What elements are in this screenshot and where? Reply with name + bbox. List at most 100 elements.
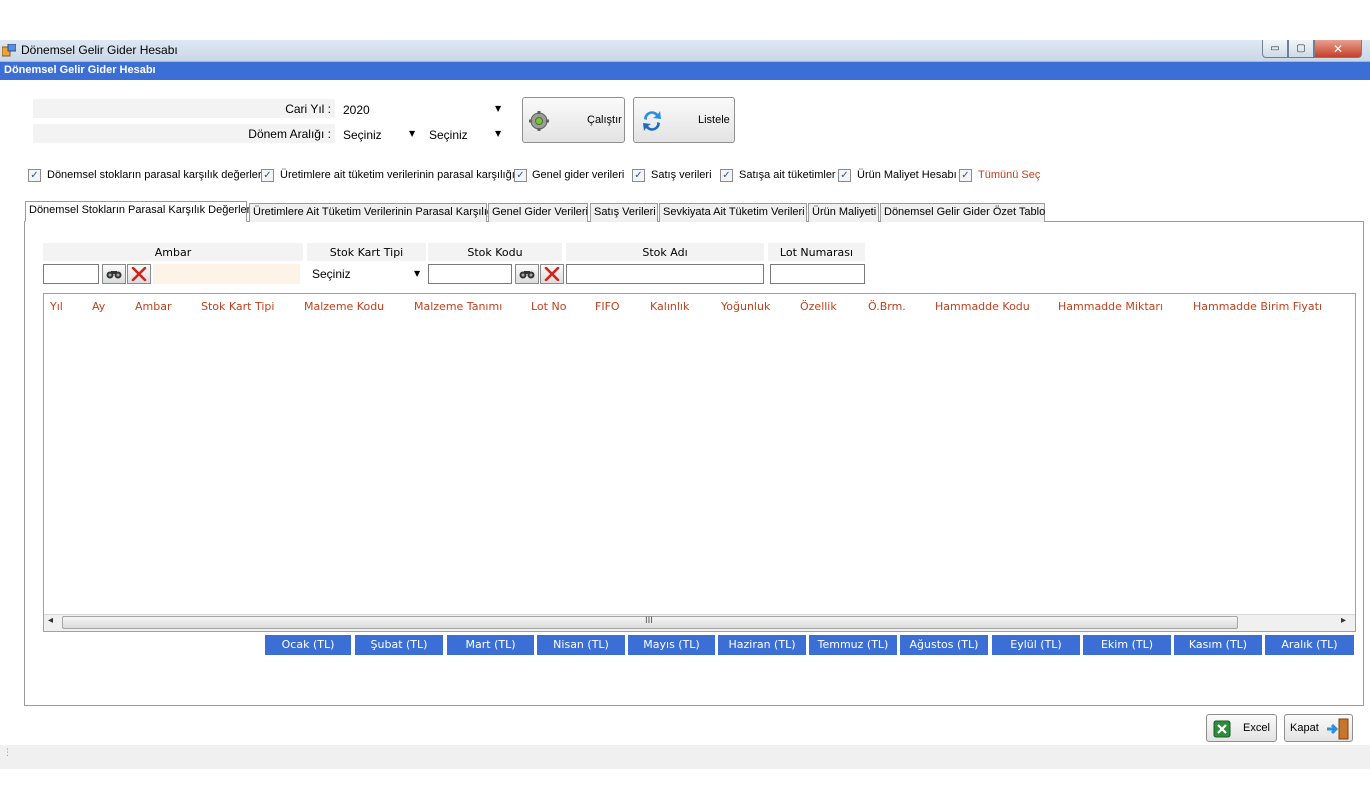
stok-kodu-header: Stok Kodu	[428, 243, 562, 261]
form-header-title: Dönemsel Gelir Gider Hesabı	[4, 64, 156, 76]
window-title: Dönemsel Gelir Gider Hesabı	[21, 43, 178, 57]
excel-button[interactable]: Excel	[1206, 714, 1277, 742]
stok-adi-input[interactable]	[566, 264, 764, 284]
lot-numarasi-header: Lot Numarası	[768, 243, 865, 261]
tab-urun-maliyeti[interactable]: Ürün Maliyeti	[808, 203, 879, 222]
column-header-lot-no[interactable]: Lot No	[531, 300, 566, 313]
column-header-hammadde-miktari[interactable]: Hammadde Miktarı	[1058, 300, 1163, 313]
column-header-o-brm[interactable]: Ö.Brm.	[868, 300, 906, 313]
status-bar	[0, 745, 1370, 769]
column-header-malzeme-kodu[interactable]: Malzeme Kodu	[304, 300, 384, 313]
donem-start-select[interactable]: Seçiniz ▼	[340, 125, 420, 144]
checkbox-stoklar-box[interactable]: ✓	[28, 169, 41, 182]
stok-kart-tipi-header: Stok Kart Tipi	[307, 243, 426, 261]
checkbox-uretim-box[interactable]: ✓	[261, 169, 274, 182]
column-header-malzeme-tanimi[interactable]: Malzeme Tanımı	[414, 300, 502, 313]
kapat-label: Kapat	[1290, 722, 1319, 734]
tab-genel-gider[interactable]: Genel Gider Verileri	[488, 203, 588, 222]
chevron-down-icon[interactable]: ▼	[409, 129, 415, 138]
tab-ozet-tablo[interactable]: Dönemsel Gelir Gider Özet Tablo	[880, 203, 1045, 222]
app-icon	[2, 44, 16, 57]
stok-kodu-search-button[interactable]	[515, 264, 539, 284]
checkbox-stoklar-label: Dönemsel stokların parasal karşılık değe…	[47, 169, 265, 181]
listele-button[interactable]: Listele	[633, 97, 735, 143]
cari-yil-value: 2020	[343, 103, 370, 117]
tab-label: Sevkiyata Ait Tüketim Verileri	[663, 206, 805, 218]
gear-icon	[529, 111, 549, 131]
minimize-icon: ▭	[1270, 43, 1280, 54]
binoculars-icon	[519, 271, 535, 279]
column-header-ay[interactable]: Ay	[92, 300, 105, 313]
app-window: Dönemsel Gelir Gider Hesabı ▭ ▢ ✕ Dönems…	[0, 0, 1370, 812]
chevron-down-icon[interactable]: ▼	[414, 269, 420, 278]
calistir-button[interactable]: Çalıştır	[522, 97, 625, 143]
ambar-clear-button[interactable]	[127, 264, 151, 284]
month-header-subat: Şubat (TL)	[355, 635, 443, 655]
kapat-button[interactable]: Kapat	[1284, 714, 1353, 742]
chevron-down-icon[interactable]: ▼	[495, 129, 501, 138]
tab-label: Genel Gider Verileri	[492, 206, 588, 218]
checkbox-satis-box[interactable]: ✓	[632, 169, 645, 182]
checkbox-tumunu-sec-label: Tümünü Seç	[978, 169, 1041, 181]
tab-label: Dönemsel Gelir Gider Özet Tablo	[884, 206, 1046, 218]
donem-araligi-label-bar: Dönem Aralığı :	[33, 124, 335, 143]
month-header-temmuz: Temmuz (TL)	[809, 635, 897, 655]
stok-kodu-clear-button[interactable]	[540, 264, 564, 284]
column-header-yogunluk[interactable]: Yoğunluk	[721, 300, 770, 313]
window-titlebar[interactable]: Dönemsel Gelir Gider Hesabı ▭ ▢ ✕	[0, 40, 1370, 62]
checkbox-urun-maliyet-label: Ürün Maliyet Hesabı	[857, 169, 957, 181]
maximize-icon: ▢	[1296, 43, 1306, 54]
column-header-hammadde-kodu[interactable]: Hammadde Kodu	[935, 300, 1030, 313]
checkbox-genel-gider-box[interactable]: ✓	[514, 169, 527, 182]
cari-yil-select[interactable]: 2020 ▼	[340, 100, 506, 119]
donem-start-value: Seçiniz	[343, 128, 382, 142]
month-header-kasim: Kasım (TL)	[1174, 635, 1262, 655]
checkbox-satisa-ait-box[interactable]: ✓	[720, 169, 733, 182]
refresh-icon	[643, 111, 661, 131]
excel-icon	[1213, 720, 1231, 738]
checkbox-genel-gider-label: Genel gider verileri	[532, 169, 625, 181]
ambar-name-display	[153, 264, 300, 284]
minimize-button[interactable]: ▭	[1262, 40, 1288, 58]
checkbox-urun-maliyet-box[interactable]: ✓	[838, 169, 851, 182]
close-icon: ✕	[1332, 41, 1344, 56]
form-header: Dönemsel Gelir Gider Hesabı	[0, 62, 1370, 80]
scroll-left-icon[interactable]: ◂	[48, 615, 53, 626]
donem-end-select[interactable]: Seçiniz ▼	[426, 125, 506, 144]
column-header-hammadde-birim-fiyati[interactable]: Hammadde Birim Fiyatı	[1193, 300, 1350, 313]
tab-uretim-tuketim[interactable]: Üretimlere Ait Tüketim Verilerinin Paras…	[249, 203, 496, 222]
column-header-ambar[interactable]: Ambar	[135, 300, 172, 313]
month-header-aralik: Aralık (TL)	[1265, 635, 1354, 655]
tab-donemsel-stoklar[interactable]: Dönemsel Stokların Parasal Karşılık Değe…	[25, 201, 253, 222]
exit-door-icon	[1327, 718, 1349, 740]
column-header-ozellik[interactable]: Özellik	[800, 300, 837, 313]
scroll-right-icon[interactable]: ▸	[1341, 615, 1346, 626]
cari-yil-label: Cari Yıl :	[285, 102, 331, 116]
checkbox-uretim-label: Üretimlere ait tüketim verilerinin paras…	[280, 169, 515, 181]
column-header-stok-kart-tipi[interactable]: Stok Kart Tipi	[201, 300, 274, 313]
ambar-search-button[interactable]	[102, 264, 126, 284]
month-header-ocak: Ocak (TL)	[265, 635, 351, 655]
tab-sevkiyat[interactable]: Sevkiyata Ait Tüketim Verileri	[659, 203, 807, 222]
maximize-button[interactable]: ▢	[1288, 40, 1314, 58]
data-grid[interactable]	[43, 293, 1356, 632]
close-button[interactable]: ✕	[1314, 40, 1362, 58]
checkbox-tumunu-sec-box[interactable]: ✓	[959, 169, 972, 182]
column-header-fifo[interactable]: FIFO	[595, 300, 620, 313]
status-grip: ⋮	[3, 748, 12, 758]
ambar-code-input[interactable]	[43, 264, 99, 284]
month-header-ekim: Ekim (TL)	[1083, 635, 1171, 655]
stok-kart-tipi-value: Seçiniz	[312, 267, 351, 281]
clear-x-icon	[544, 267, 560, 281]
column-header-kalinlik[interactable]: Kalınlık	[650, 300, 689, 313]
stok-kodu-input[interactable]	[428, 264, 512, 284]
chevron-down-icon[interactable]: ▼	[495, 104, 501, 113]
excel-label: Excel	[1243, 722, 1270, 734]
lot-numarasi-input[interactable]	[770, 264, 865, 284]
month-header-eylul: Eylül (TL)	[992, 635, 1080, 655]
donem-araligi-label: Dönem Aralığı :	[248, 127, 331, 141]
tab-satis[interactable]: Satış Verileri	[590, 203, 658, 222]
column-header-yil[interactable]: Yıl	[50, 300, 63, 313]
stok-kart-tipi-select[interactable]: Seçiniz ▼	[307, 264, 426, 284]
tab-label: Ürün Maliyeti	[812, 206, 877, 218]
